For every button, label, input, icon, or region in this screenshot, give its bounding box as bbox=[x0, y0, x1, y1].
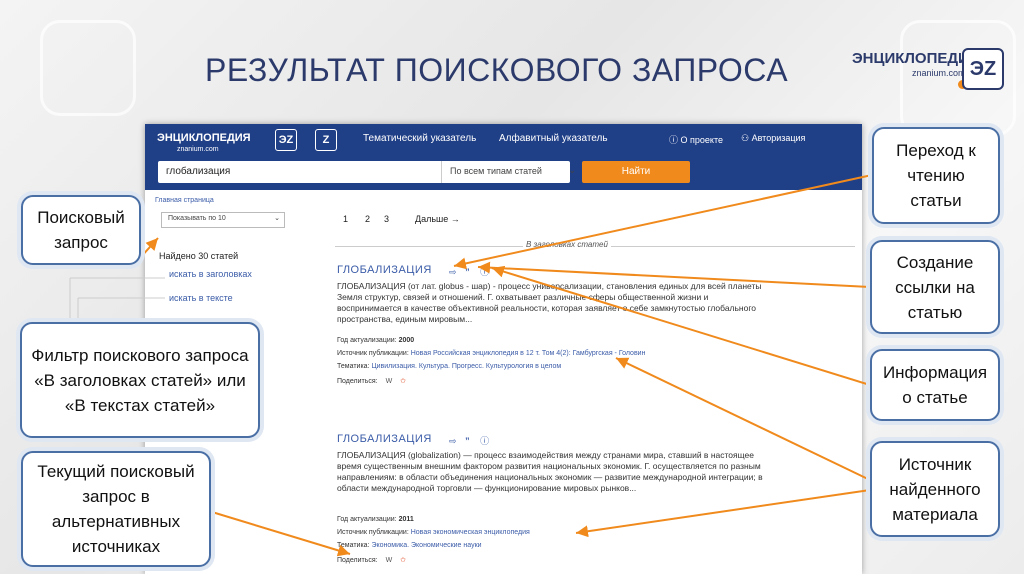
result-share: Поделиться: W ✩ bbox=[337, 377, 406, 385]
info-circle-icon: ⓘ bbox=[669, 135, 679, 145]
vk-icon[interactable]: W bbox=[386, 378, 393, 385]
ez-badge-icon[interactable]: ЭZ bbox=[275, 129, 297, 151]
result-year: Год актуализации: 2000 bbox=[337, 337, 414, 344]
star-icon[interactable]: ✩ bbox=[400, 378, 406, 385]
source-link[interactable]: Новая экономическая энциклопедия bbox=[411, 529, 530, 536]
topic-label: Тематика: bbox=[337, 363, 370, 370]
nav-about[interactable]: ⓘ О проекте bbox=[669, 133, 723, 146]
result-share: Поделиться: W ✩ bbox=[337, 556, 406, 564]
slide-title: РЕЗУЛЬТАТ ПОИСКОВОГО ЗАПРОСА bbox=[205, 52, 789, 88]
page-3[interactable]: 3 bbox=[384, 214, 389, 224]
vk-icon[interactable]: W bbox=[386, 557, 393, 564]
search-input-value: глобализация bbox=[166, 166, 231, 177]
callout-search-query: Поисковый запрос bbox=[21, 195, 141, 265]
logo-domain: znanium.com bbox=[912, 68, 966, 78]
year-label: Год актуализации: bbox=[337, 516, 397, 523]
result-actions: ⇨ ” ⓘ bbox=[449, 265, 489, 278]
chevron-down-icon: ⌄ bbox=[274, 215, 280, 222]
result-source: Источник публикации: Новая экономическая… bbox=[337, 529, 530, 536]
result-title[interactable]: ГЛОБАЛИЗАЦИЯ bbox=[337, 264, 432, 276]
source-label: Источник публикации: bbox=[337, 350, 409, 357]
callout-alt-sources: Текущий поисковый запрос в альтернативны… bbox=[21, 451, 211, 567]
find-button[interactable]: Найти bbox=[582, 161, 690, 183]
read-article-icon[interactable]: ⇨ bbox=[449, 267, 457, 277]
site-header: ЭНЦИКЛОПЕДИЯ znanium.com ЭZ Z Тематическ… bbox=[145, 124, 862, 154]
page-2[interactable]: 2 bbox=[365, 214, 370, 224]
source-label: Источник публикации: bbox=[337, 529, 409, 536]
result-year: Год актуализации: 2011 bbox=[337, 516, 414, 523]
callout-link: Создание ссылки на статью bbox=[870, 240, 1000, 334]
site-logo[interactable]: ЭНЦИКЛОПЕДИЯ znanium.com bbox=[157, 128, 251, 153]
site-logo-name: ЭНЦИКЛОПЕДИЯ bbox=[157, 132, 251, 144]
callout-info: Информация о статье bbox=[870, 349, 1000, 421]
section-title: В заголовках статей bbox=[523, 240, 611, 249]
logo-mark: ЭZ bbox=[962, 48, 1004, 90]
quote-link-icon[interactable]: ” bbox=[465, 267, 470, 277]
nav-auth-label: Авторизация bbox=[751, 133, 806, 143]
nav-about-label: О проекте bbox=[680, 135, 723, 145]
share-label: Поделиться: bbox=[337, 557, 378, 564]
year-value: 2000 bbox=[398, 337, 415, 344]
search-input[interactable]: глобализация По всем типам статей ⌄ bbox=[158, 161, 576, 183]
result-topic: Тематика: Экономика. Экономические науки bbox=[337, 542, 482, 549]
page-size-select[interactable]: Показывать по 10 ⌄ bbox=[161, 212, 285, 228]
search-type-select[interactable]: По всем типам статей ⌄ bbox=[441, 161, 584, 183]
decorative-shape bbox=[40, 20, 136, 116]
users-icon: ⚇ bbox=[741, 133, 750, 143]
quote-link-icon[interactable]: ” bbox=[465, 436, 470, 446]
next-page-link[interactable]: Дальше → bbox=[415, 214, 460, 224]
callout-source: Источник найденного материала bbox=[870, 441, 1000, 537]
topic-label: Тематика: bbox=[337, 542, 370, 549]
logo-name: ЭНЦИКЛОПЕДИЯ bbox=[852, 50, 980, 67]
results-count: Найдено 30 статей bbox=[159, 251, 239, 261]
nav-alphabetic-index[interactable]: Алфавитный указатель bbox=[499, 133, 608, 144]
year-value: 2011 bbox=[398, 516, 414, 523]
topic-link[interactable]: Цивилизация. Культура. Прогресс. Культур… bbox=[371, 363, 561, 370]
nav-thematic-index[interactable]: Тематический указатель bbox=[363, 133, 476, 144]
read-article-icon[interactable]: ⇨ bbox=[449, 436, 457, 446]
page-size-value: Показывать по 10 bbox=[168, 215, 226, 222]
result-source: Источник публикации: Новая Российская эн… bbox=[337, 350, 645, 357]
result-snippet: ГЛОБАЛИЗАЦИЯ (globalization) — процесс в… bbox=[337, 450, 763, 493]
page-1[interactable]: 1 bbox=[343, 214, 348, 224]
nav-auth[interactable]: ⚇ Авторизация bbox=[741, 133, 805, 144]
search-type-value: По всем типам статей bbox=[450, 166, 542, 176]
filter-in-text[interactable]: искать в тексте bbox=[169, 293, 233, 303]
topic-link[interactable]: Экономика. Экономические науки bbox=[371, 542, 481, 549]
encyclopedia-logo: ЭНЦИКЛОПЕДИЯ znanium.com ЭZ bbox=[852, 48, 1012, 96]
site-logo-domain: znanium.com bbox=[177, 146, 219, 153]
source-link[interactable]: Новая Российская энциклопедия в 12 т. То… bbox=[411, 350, 646, 357]
znanium-badge-icon[interactable]: Z bbox=[315, 129, 337, 151]
callout-filter: Фильтр поискового запроса «В заголовках … bbox=[20, 322, 260, 438]
info-icon[interactable]: ⓘ bbox=[480, 267, 489, 277]
breadcrumb[interactable]: Главная страница bbox=[155, 197, 214, 204]
result-topic: Тематика: Цивилизация. Культура. Прогрес… bbox=[337, 363, 561, 370]
filter-in-titles[interactable]: искать в заголовках bbox=[169, 269, 252, 279]
info-icon[interactable]: ⓘ bbox=[480, 436, 489, 446]
chevron-down-icon: ⌄ bbox=[568, 165, 576, 175]
search-bar: глобализация По всем типам статей ⌄ Найт… bbox=[145, 154, 862, 190]
share-label: Поделиться: bbox=[337, 378, 378, 385]
result-actions: ⇨ ” ⓘ bbox=[449, 434, 489, 447]
callout-read: Переход к чтению статьи bbox=[872, 127, 1000, 224]
result-snippet: ГЛОБАЛИЗАЦИЯ (от лат. globus - шар) - пр… bbox=[337, 281, 762, 324]
star-icon[interactable]: ✩ bbox=[400, 557, 406, 564]
year-label: Год актуализации: bbox=[337, 337, 397, 344]
result-title[interactable]: ГЛОБАЛИЗАЦИЯ bbox=[337, 433, 432, 445]
